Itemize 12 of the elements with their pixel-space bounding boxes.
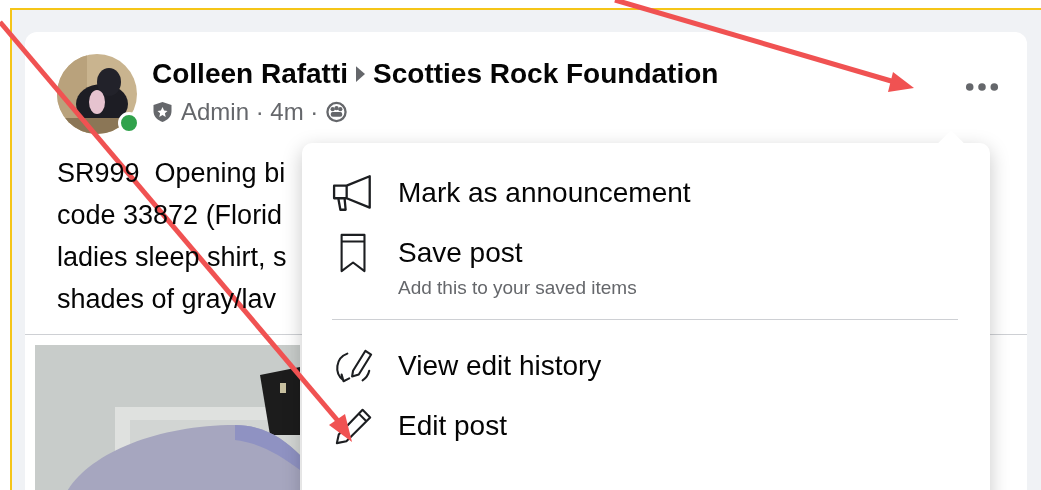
group-icon xyxy=(326,101,348,123)
post-text-line: ladies sleep shirt, s xyxy=(57,241,287,274)
author-name[interactable]: Colleen Rafatti xyxy=(152,58,349,90)
menu-item[interactable]: View edit history xyxy=(332,338,958,398)
group-name[interactable]: Scotties Rock Foundation xyxy=(373,58,719,90)
menu-item[interactable]: Save post Add this to your saved items xyxy=(332,225,958,311)
triangle-icon xyxy=(356,66,366,82)
more-icon xyxy=(965,82,999,92)
menu-item[interactable]: Mark as announcement xyxy=(332,165,958,225)
shield-icon xyxy=(152,101,173,123)
menu-item[interactable]: Edit post xyxy=(332,398,958,458)
post-meta: Admin · 4m · xyxy=(181,98,319,126)
